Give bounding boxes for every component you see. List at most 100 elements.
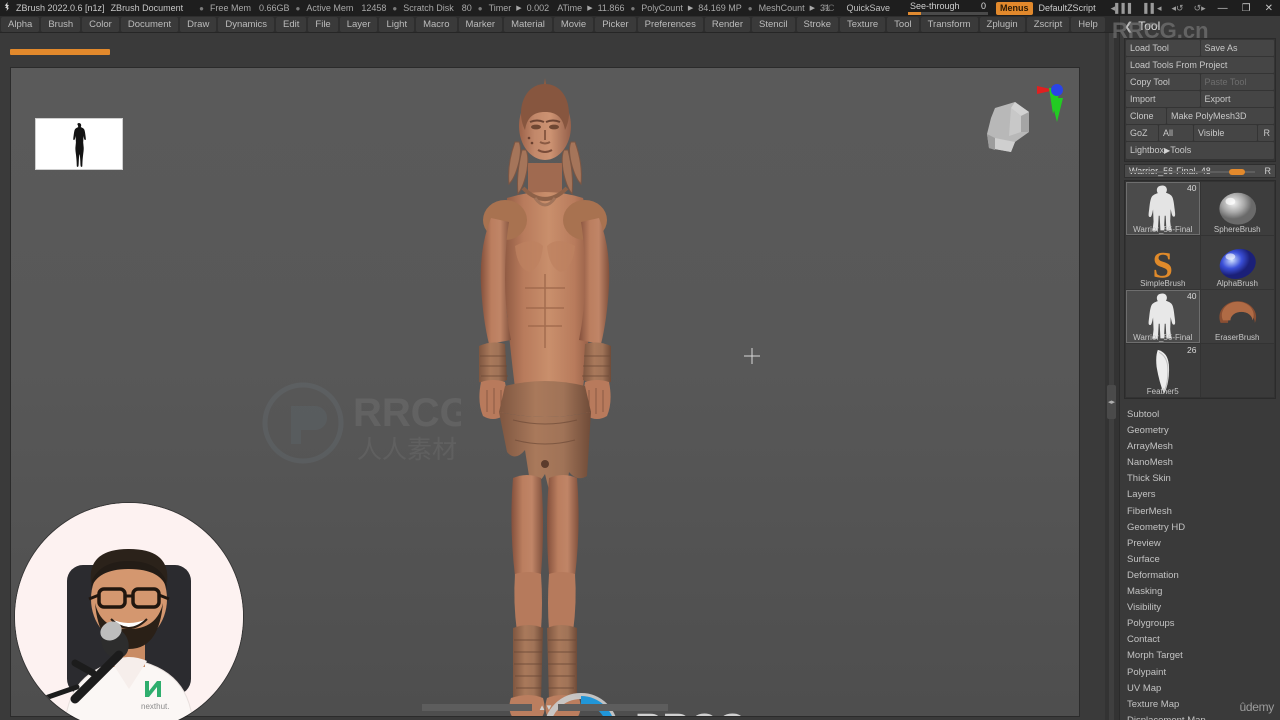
menu-item-alpha[interactable]: Alpha [1, 16, 40, 32]
canvas-area[interactable]: RRCG 人人素材 ▲▼ nexthut. [0, 33, 1120, 720]
warrior-character-model[interactable] [395, 68, 695, 716]
minimize-icon[interactable]: — [1211, 3, 1235, 14]
import-button[interactable]: Import [1126, 91, 1200, 107]
menu-item-edit[interactable]: Edit [276, 16, 307, 32]
slider-group-2-icon[interactable]: ▌▌◂ [1139, 3, 1166, 14]
menu-item-light[interactable]: Light [379, 16, 415, 32]
menu-item-layer[interactable]: Layer [339, 16, 378, 32]
subpalette-uv-map[interactable]: UV Map [1127, 681, 1280, 697]
back-arrow-icon[interactable]: ❮ [1124, 20, 1138, 33]
tool-item-empty [1200, 344, 1274, 397]
menu-item-macro[interactable]: Macro [416, 16, 457, 32]
subpalette-geometry-hd[interactable]: Geometry HD [1127, 520, 1280, 536]
menu-item-dynamics[interactable]: Dynamics [218, 16, 275, 32]
tool-item-spherebrush[interactable]: SphereBrush [1200, 182, 1274, 235]
menu-item-help[interactable]: Help [1071, 16, 1105, 32]
save-as-button[interactable]: Save As [1200, 40, 1274, 56]
subpalette-polypaint[interactable]: Polypaint [1127, 665, 1280, 681]
lightbox-label: Lightbox [1130, 145, 1165, 155]
subpalette-nanomesh[interactable]: NanoMesh [1127, 455, 1280, 471]
quicksave-button[interactable]: QuickSave [847, 3, 905, 13]
ac-indicator[interactable]: AC [822, 3, 847, 13]
goz-visible-button[interactable]: Visible [1194, 125, 1257, 141]
menu-item-movie[interactable]: Movie [553, 16, 594, 32]
tool-item-warrior-2[interactable]: 40 Warrior_56-Final [1126, 290, 1200, 343]
menu-item-picker[interactable]: Picker [595, 16, 636, 32]
current-tool-slider[interactable]: Warrior_56-Final. 48 R [1124, 164, 1276, 178]
document-thumbnail[interactable] [35, 118, 123, 170]
axis-gizmo-icon[interactable] [1033, 80, 1067, 132]
see-through-track[interactable] [908, 12, 989, 15]
menu-item-tool[interactable]: Tool [887, 16, 919, 32]
goz-button[interactable]: GoZ [1126, 125, 1158, 141]
close-icon[interactable]: ✕ [1258, 3, 1280, 14]
restore-icon[interactable]: ❐ [1235, 3, 1258, 14]
stat-scratch-disk-label: Scratch Disk [403, 3, 454, 13]
menu-item-texture[interactable]: Texture [840, 16, 886, 32]
subpalette-visibility[interactable]: Visibility [1127, 600, 1280, 616]
subpalette-layers[interactable]: Layers [1127, 487, 1280, 503]
tool-item-eraserbrush[interactable]: EraserBrush [1200, 290, 1274, 343]
menus-toggle-button[interactable]: Menus [996, 1, 1033, 15]
navigation-gizmo[interactable] [979, 80, 1069, 160]
subpalette-contact[interactable]: Contact [1127, 632, 1280, 648]
subpalette-arraymesh[interactable]: ArrayMesh [1127, 439, 1280, 455]
menu-item-brush[interactable]: Brush [41, 16, 81, 32]
subpalette-preview[interactable]: Preview [1127, 536, 1280, 552]
subpalette-surface[interactable]: Surface [1127, 552, 1280, 568]
subpalette-subtool[interactable]: Subtool [1127, 407, 1280, 423]
tool-item-feather5[interactable]: 26 Feather5 [1126, 344, 1200, 397]
gizmo-head-icon[interactable] [981, 98, 1037, 156]
goz-r-button[interactable]: R [1258, 125, 1274, 141]
cycle-left-icon[interactable]: ◂↺ [1167, 3, 1189, 14]
figure-silhouette-icon [73, 123, 86, 167]
menu-item-material[interactable]: Material [504, 16, 552, 32]
subpalette-geometry[interactable]: Geometry [1127, 423, 1280, 439]
document-scrollbar[interactable]: ▲▼ [416, 703, 674, 712]
lightbox-tools-button[interactable]: Lightbox▶Tools [1126, 142, 1274, 159]
panel-splitter[interactable]: ◂▸ [1105, 33, 1119, 720]
menu-item-transform[interactable]: Transform [920, 16, 978, 32]
tool-slider-knob[interactable] [1229, 169, 1245, 175]
menu-item-document[interactable]: Document [120, 16, 179, 32]
tool-slider-r-label[interactable]: R [1265, 166, 1272, 176]
menu-item-zplugin[interactable]: Zplugin [979, 16, 1025, 32]
menu-item-draw[interactable]: Draw [180, 16, 217, 32]
menu-item-file[interactable]: File [308, 16, 338, 32]
stat-sep: ● [477, 3, 483, 13]
menu-item-render[interactable]: Render [704, 16, 751, 32]
tool-item-simplebrush[interactable]: S SimpleBrush [1126, 236, 1200, 289]
stat-sep: ● [747, 3, 753, 13]
chevron-right-icon: ▶ [809, 5, 816, 12]
subpalette-masking[interactable]: Masking [1127, 584, 1280, 600]
subpalette-polygroups[interactable]: Polygroups [1127, 616, 1280, 632]
goz-all-button[interactable]: All [1159, 125, 1193, 141]
subpalette-thick-skin[interactable]: Thick Skin [1127, 471, 1280, 487]
scroll-grip-icon[interactable]: ▲▼ [532, 703, 558, 712]
scroll-track-right[interactable] [558, 704, 668, 711]
copy-tool-button[interactable]: Copy Tool [1126, 74, 1200, 90]
menu-item-stroke[interactable]: Stroke [796, 16, 838, 32]
tool-item-warrior-1[interactable]: 40 Warrior_56-Final [1126, 182, 1200, 235]
splitter-grip-icon[interactable]: ◂▸ [1107, 385, 1116, 419]
see-through-slider[interactable]: See-through 0 [904, 0, 992, 16]
clone-button[interactable]: Clone [1126, 108, 1166, 124]
menu-item-stencil[interactable]: Stencil [752, 16, 795, 32]
tool-item-alphabrush[interactable]: AlphaBrush [1200, 236, 1274, 289]
menu-item-zscript[interactable]: Zscript [1026, 16, 1070, 32]
subpalette-fibermesh[interactable]: FiberMesh [1127, 504, 1280, 520]
menu-item-color[interactable]: Color [82, 16, 119, 32]
subpalette-deformation[interactable]: Deformation [1127, 568, 1280, 584]
stat-scratch-disk-value: 80 [461, 3, 472, 13]
load-tools-from-project-button[interactable]: Load Tools From Project [1126, 57, 1274, 73]
make-polymesh3d-button[interactable]: Make PolyMesh3D [1167, 108, 1274, 124]
zscript-label[interactable]: DefaultZScript [1039, 3, 1106, 13]
subpalette-morph-target[interactable]: Morph Target [1127, 648, 1280, 664]
load-tool-button[interactable]: Load Tool [1126, 40, 1200, 56]
cycle-right-icon[interactable]: ↺▸ [1189, 3, 1211, 14]
export-button[interactable]: Export [1200, 91, 1274, 107]
menu-item-marker[interactable]: Marker [458, 16, 503, 32]
slider-group-icon[interactable]: ◂▌▌▌ [1106, 3, 1140, 14]
menu-item-preferences[interactable]: Preferences [637, 16, 703, 32]
scroll-track-left[interactable] [422, 704, 532, 711]
